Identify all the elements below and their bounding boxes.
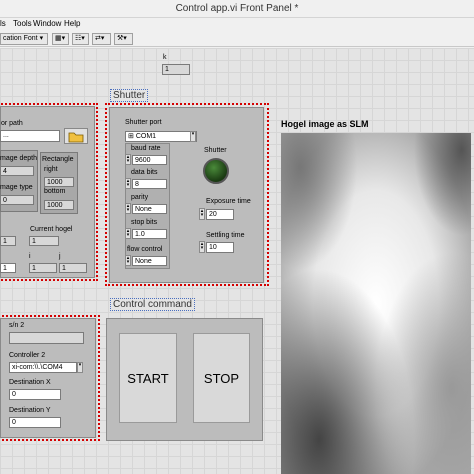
stop-button[interactable]: STOP: [193, 333, 250, 423]
shutter-led-indicator: [203, 158, 229, 184]
baud-rate-value[interactable]: 9600: [132, 155, 167, 165]
stop-bits-stepper[interactable]: ▴ ▾: [125, 228, 131, 239]
destination-y-input[interactable]: 0: [9, 417, 61, 428]
hogel-image-display: [281, 133, 471, 474]
bottom-label: bottom: [44, 188, 66, 195]
flow-control-label: flow control: [127, 246, 163, 253]
browse-button[interactable]: [64, 128, 88, 144]
menu-item-tools[interactable]: Tools: [13, 19, 32, 28]
hogel-image-title: Hogel image as SLM: [281, 119, 369, 129]
reorder-button[interactable]: ⚒▾: [114, 33, 133, 45]
baud-rate-label: baud rate: [131, 145, 161, 152]
current-hogel-value: 1: [29, 236, 59, 246]
settling-time-value[interactable]: 10: [206, 242, 234, 253]
align-button[interactable]: ▦▾: [52, 33, 69, 45]
left-indicator-2[interactable]: 1: [0, 263, 16, 273]
destination-x-input[interactable]: 0: [9, 389, 61, 400]
sn-label: s/n 2: [9, 322, 25, 329]
start-button[interactable]: START: [119, 333, 177, 423]
control-command-title: Control command: [110, 298, 195, 311]
menu-item-window[interactable]: Window: [33, 19, 61, 28]
data-bits-label: data bits: [131, 169, 158, 176]
parity-label: parity: [131, 194, 149, 201]
font-select-label: cation Font: [3, 35, 38, 42]
image-depth-value: 4: [0, 166, 34, 176]
baud-rate-stepper[interactable]: ▴ ▾: [125, 154, 131, 165]
k-label: k: [163, 54, 167, 61]
settling-time-label: Settling time: [206, 232, 245, 239]
data-bits-value[interactable]: 8: [132, 179, 167, 189]
shutter-port-select[interactable]: ⊞ COM1: [125, 131, 197, 142]
path-input[interactable]: ...: [0, 130, 60, 142]
menu-item-help[interactable]: Help: [64, 19, 80, 28]
exposure-time-label: Exposure time: [206, 198, 251, 205]
j-value: 1: [59, 263, 87, 273]
controller-select[interactable]: xi-com:\\.\COM4: [9, 362, 77, 373]
distribute-button[interactable]: ☷▾: [72, 33, 89, 45]
destination-x-label: Destination X: [9, 379, 51, 386]
destination-y-label: Destination Y: [9, 407, 51, 414]
image-type-label: mage type: [0, 184, 33, 191]
bottom-value: 1000: [44, 200, 74, 210]
menu-item-file[interactable]: ls: [0, 19, 6, 28]
k-indicator: 1: [162, 64, 190, 75]
image-type-value: 0: [0, 195, 34, 205]
shutter-port-label: Shutter port: [125, 119, 162, 126]
sn-value: [9, 332, 84, 344]
exposure-time-stepper[interactable]: ▴ ▾: [199, 208, 205, 220]
image-depth-label: mage depth: [0, 155, 37, 162]
controller-label: Controller 2: [9, 352, 46, 359]
shutter-title: Shutter: [110, 89, 149, 102]
settling-time-stepper[interactable]: ▴ ▾: [199, 241, 205, 253]
left-indicator-1: 1: [0, 236, 16, 246]
flow-control-value[interactable]: None: [132, 256, 167, 266]
folder-icon: [68, 132, 84, 143]
flow-control-stepper[interactable]: ▴ ▾: [125, 255, 131, 266]
parity-stepper[interactable]: ▴ ▾: [125, 203, 131, 214]
port-icon: ⊞: [128, 133, 134, 140]
stop-bits-value[interactable]: 1.0: [132, 229, 167, 239]
stop-bits-label: stop bits: [131, 219, 158, 226]
path-label: or path: [1, 120, 23, 127]
hogel-image: [281, 133, 471, 474]
current-hogel-label: Current hogel: [30, 226, 73, 233]
parity-value[interactable]: None: [132, 204, 167, 214]
i-value: 1: [29, 263, 57, 273]
shutter-port-value: COM1: [135, 133, 157, 140]
font-select[interactable]: cation Font ▾: [0, 33, 48, 45]
exposure-time-value[interactable]: 20: [206, 209, 234, 220]
data-bits-stepper[interactable]: ▴ ▾: [125, 178, 131, 189]
shutter-indicator-label: Shutter: [204, 147, 227, 154]
chevron-down-icon[interactable]: ▾: [77, 362, 83, 373]
i-label: i: [29, 253, 31, 260]
window-title: Control app.vi Front Panel *: [175, 3, 299, 14]
chevron-down-icon: ▾: [39, 35, 44, 42]
right-label: right: [44, 166, 58, 173]
chevron-down-icon[interactable]: ▾: [190, 131, 196, 142]
rectangle-label: Rectangle: [42, 156, 74, 163]
resize-button[interactable]: ⇄▾: [92, 33, 111, 45]
j-label: j: [59, 253, 61, 260]
right-value: 1000: [44, 177, 74, 187]
